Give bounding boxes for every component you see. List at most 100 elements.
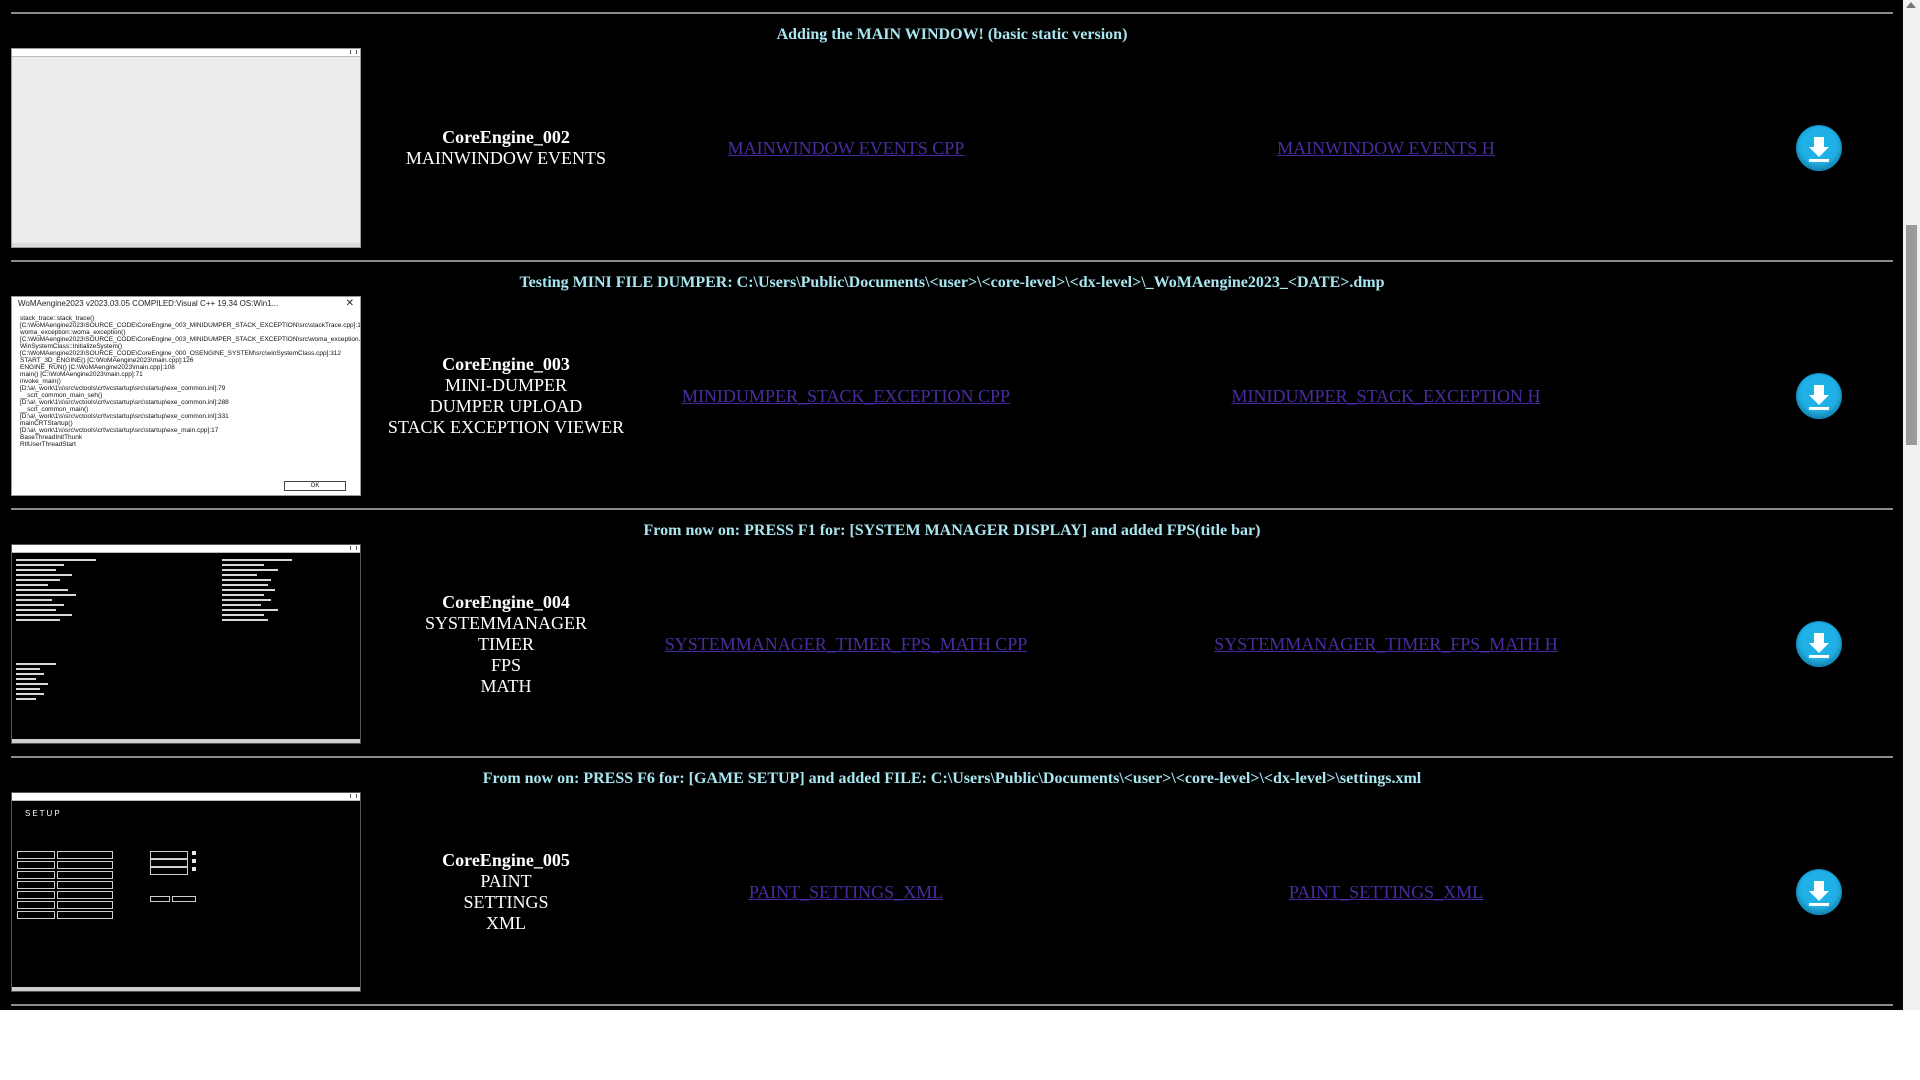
cpp-source-link[interactable]: PAINT_SETTINGS_XML <box>749 882 943 903</box>
engine-feature: SETTINGS <box>463 892 549 912</box>
h-link-cell: MINIDUMPER_STACK_EXCEPTION H <box>1186 296 1586 496</box>
engine-info: CoreEngine_005 PAINT SETTINGS XML <box>361 792 651 992</box>
engine-feature: MINI-DUMPER <box>444 375 567 395</box>
system-info-lines <box>16 663 56 703</box>
setup-field <box>17 851 55 859</box>
section-title: Adding the MAIN WINDOW! (basic static ve… <box>776 26 1128 43</box>
download-button[interactable] <box>1797 870 1841 914</box>
setup-field <box>150 867 188 875</box>
download-button[interactable] <box>1797 126 1841 170</box>
page-content: Adding the MAIN WINDOW! (basic static ve… <box>0 0 1903 1010</box>
header-source-link[interactable]: MINIDUMPER_STACK_EXCEPTION H <box>1231 386 1540 407</box>
stack-line: WinSystemClass::InitializeSystem() <box>20 343 123 350</box>
download-arrow-icon <box>1809 633 1829 658</box>
cpp-source-link[interactable]: MAINWINDOW EVENTS CPP <box>728 138 965 159</box>
cpp-link-cell: SYSTEMMANAGER_TIMER_FPS_MATH CPP <box>651 544 1041 744</box>
setup-field <box>17 861 55 869</box>
engine-row-002: CoreEngine_002 MAINWINDOW EVENTS MAINWIN… <box>11 48 1893 248</box>
setup-field <box>17 871 55 879</box>
stack-line: invoke_main() <box>20 378 61 385</box>
header-source-link[interactable]: MAINWINDOW EVENTS H <box>1277 138 1495 159</box>
setup-button <box>150 896 170 902</box>
thumbnail-ok-button: OK <box>284 481 346 491</box>
engine-name: CoreEngine_005 <box>442 850 570 870</box>
close-icon: ✕ <box>345 298 354 309</box>
setup-field <box>150 851 188 859</box>
engine-name: CoreEngine_003 <box>442 354 570 374</box>
engine-feature: FPS <box>490 654 522 675</box>
setup-checkbox <box>192 867 196 871</box>
engine-feature: DUMPER UPLOAD <box>429 396 583 416</box>
stack-line: [C:\WoMAengine2023\SOURCE_CODE\CoreEngin… <box>20 336 361 343</box>
scrollbar-thumb[interactable] <box>1906 225 1917 445</box>
engine-info: CoreEngine_004 SYSTEMMANAGER TIMER FPS M… <box>361 544 651 744</box>
thumbnail-window-title: WoMAengine2023 v2023.03.05 COMPILED:Visu… <box>18 299 279 308</box>
divider <box>11 756 1893 758</box>
thumbnail-titlebar <box>12 545 360 553</box>
header-source-link[interactable]: PAINT_SETTINGS_XML <box>1289 882 1483 903</box>
download-button[interactable] <box>1797 374 1841 418</box>
thumbnail-statusbar <box>12 987 360 991</box>
thumbnail-setup-title: SETUP <box>25 809 62 818</box>
cpp-link-cell: PAINT_SETTINGS_XML <box>651 792 1041 992</box>
stack-line: RtlUserThreadStart <box>20 441 76 448</box>
section-title: From now on: PRESS F1 for: [SYSTEM MANAG… <box>643 522 1261 539</box>
cpp-link-cell: MINIDUMPER_STACK_EXCEPTION CPP <box>651 296 1041 496</box>
divider <box>11 508 1893 510</box>
setup-field <box>57 881 113 889</box>
screenshot-thumbnail[interactable]: SETUP <box>11 792 361 992</box>
divider <box>11 260 1893 262</box>
cpp-link-cell: MAINWINDOW EVENTS CPP <box>651 48 1041 248</box>
screenshot-thumbnail[interactable]: WoMAengine2023 v2023.03.05 COMPILED:Visu… <box>11 296 361 496</box>
download-button[interactable] <box>1797 622 1841 666</box>
stack-line: mainCRTStartup() <box>20 420 73 427</box>
section-title: Testing MINI FILE DUMPER: C:\Users\Publi… <box>519 274 1385 291</box>
setup-field <box>57 851 113 859</box>
thumbnail-statusbar <box>12 243 360 247</box>
screenshot-thumbnail[interactable] <box>11 544 361 744</box>
vertical-scrollbar[interactable] <box>1903 0 1920 1010</box>
system-info-lines <box>16 559 96 624</box>
stack-line: woma_exception::woma_exception() <box>20 329 126 336</box>
setup-button <box>172 896 196 902</box>
engine-feature: SYSTEMMANAGER <box>424 612 588 633</box>
stack-line: [C:\WoMAengine2023\SOURCE_CODE\CoreEngin… <box>20 350 342 357</box>
stack-line: [D:\a\_work\1\s\src\vctools\crt\vcstartu… <box>20 385 226 392</box>
engine-feature: STACK EXCEPTION VIEWER <box>387 417 625 437</box>
engine-feature: XML <box>486 913 526 933</box>
setup-field <box>17 881 55 889</box>
header-source-link[interactable]: SYSTEMMANAGER_TIMER_FPS_MATH H <box>1214 634 1558 655</box>
download-arrow-icon <box>1809 385 1829 410</box>
stack-line: [D:\a\_work\1\s\src\vctools\crt\vcstartu… <box>20 413 229 420</box>
screenshot-thumbnail[interactable] <box>11 48 361 248</box>
h-link-cell: SYSTEMMANAGER_TIMER_FPS_MATH H <box>1186 544 1586 744</box>
stack-line: [D:\a\_work\1\s\src\vctools\crt\vcstartu… <box>20 399 229 406</box>
setup-field <box>17 911 55 919</box>
download-arrow-icon <box>1809 881 1829 906</box>
setup-checkbox <box>192 859 196 863</box>
thumbnail-titlebar <box>12 793 360 801</box>
engine-feature: MATH <box>480 675 532 696</box>
stack-line: ENGINE_RUN() [C:\WoMAengine2023\main.cpp… <box>20 364 175 371</box>
engine-name: CoreEngine_002 <box>442 127 570 147</box>
engine-name: CoreEngine_004 <box>442 591 570 612</box>
setup-field <box>57 911 113 919</box>
scroll-up-arrow-icon[interactable] <box>1906 2 1916 8</box>
thumbnail-statusbar <box>12 739 360 743</box>
engine-info: CoreEngine_002 MAINWINDOW EVENTS <box>361 48 651 248</box>
setup-field <box>150 859 188 867</box>
stack-line: [D:\a\_work\1\s\src\vctools\crt\vcstartu… <box>20 427 219 434</box>
stack-trace-text: stack_trace::stack_trace() [C:\WoMAengin… <box>20 315 361 448</box>
download-arrow-icon <box>1809 137 1829 162</box>
setup-field <box>57 901 113 909</box>
stack-line: main() [C:\WoMAengine2023\main.cpp]:71 <box>20 371 143 378</box>
stack-line: START_3D_ENGINE() [C:\WoMAengine2023\mai… <box>20 357 194 364</box>
cpp-source-link[interactable]: SYSTEMMANAGER_TIMER_FPS_MATH CPP <box>665 634 1028 655</box>
divider <box>11 12 1893 14</box>
h-link-cell: PAINT_SETTINGS_XML <box>1186 792 1586 992</box>
cpp-source-link[interactable]: MINIDUMPER_STACK_EXCEPTION CPP <box>682 386 1010 407</box>
h-link-cell: MAINWINDOW EVENTS H <box>1186 48 1586 248</box>
engine-row-004: CoreEngine_004 SYSTEMMANAGER TIMER FPS M… <box>11 544 1893 744</box>
setup-checkbox <box>192 851 196 855</box>
setup-field <box>57 891 113 899</box>
